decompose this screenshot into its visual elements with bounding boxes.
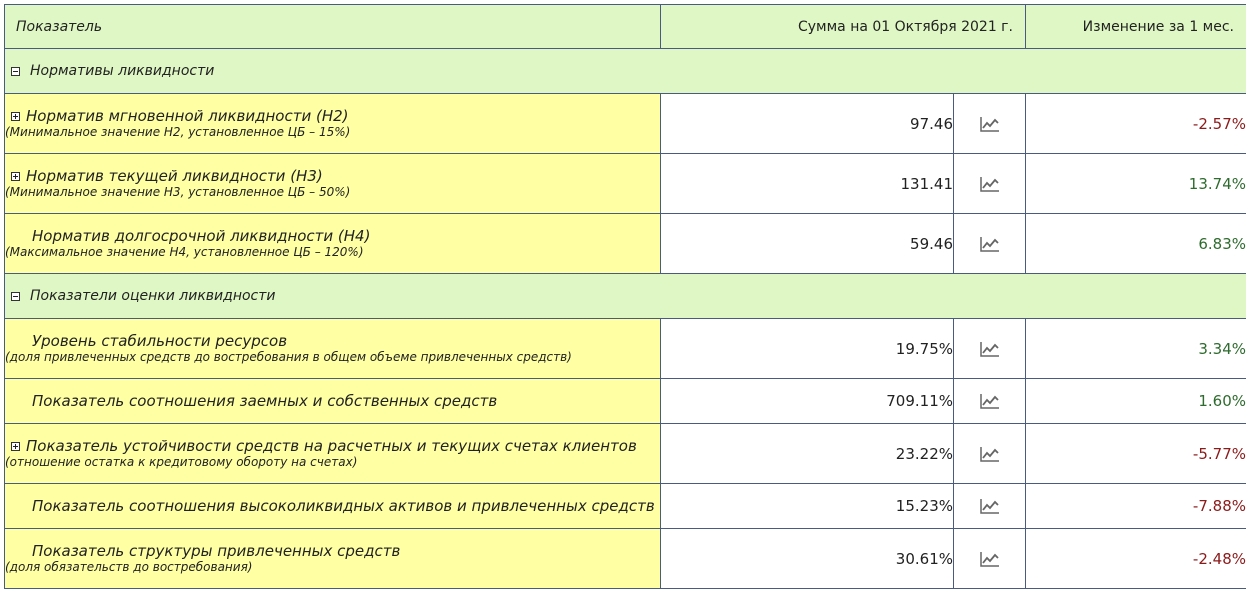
indicator-value: 59.46: [660, 213, 954, 274]
indicator-note: (отношение остатка к кредитовому обороту…: [5, 455, 358, 469]
indicator-name: Норматив долгосрочной ликвидности (Н4): [32, 227, 371, 245]
indicator-value: 19.75%: [660, 318, 954, 379]
chart-button[interactable]: [953, 93, 1026, 154]
indicator-name-line: Показатель устойчивости средств на расче…: [5, 437, 660, 455]
indicator-note: (Минимальное значение Н3, установленное …: [5, 185, 351, 199]
line-chart-icon[interactable]: [979, 446, 1000, 462]
indicator-name-line: Уровень стабильности ресурсов: [5, 332, 660, 350]
indicator-cell: Показатель соотношения заемных и собстве…: [4, 378, 661, 424]
indicator-change: -2.57%: [1025, 93, 1246, 154]
indicator-name-line: Норматив текущей ликвидности (Н3): [5, 167, 660, 185]
chart-button[interactable]: [953, 528, 1026, 589]
indicator-cell: Показатель соотношения высоколиквидных а…: [4, 483, 661, 529]
collapse-minus-icon[interactable]: [11, 66, 20, 76]
table-row: Показатель структуры привлеченных средст…: [4, 528, 1246, 589]
indicator-value: 131.41: [660, 153, 954, 214]
section-title: Нормативы ликвидности: [30, 63, 215, 79]
indicator-name: Норматив мгновенной ликвидности (Н2): [26, 107, 349, 125]
line-chart-icon[interactable]: [979, 236, 1000, 252]
indicator-value: 15.23%: [660, 483, 954, 529]
line-chart-icon[interactable]: [979, 498, 1000, 514]
table-row: Норматив долгосрочной ликвидности (Н4) (…: [4, 213, 1246, 274]
indicator-note: (доля привлеченных средств до востребова…: [5, 350, 572, 364]
table-row: Показатель соотношения заемных и собстве…: [4, 378, 1246, 424]
indicator-name: Показатель соотношения заемных и собстве…: [32, 392, 498, 410]
indicator-change: 3.34%: [1025, 318, 1246, 379]
indicator-name-line: Показатель структуры привлеченных средст…: [5, 542, 660, 560]
section-header[interactable]: Показатели оценки ликвидности: [4, 273, 1246, 319]
indicator-change: 1.60%: [1025, 378, 1246, 424]
collapse-minus-icon[interactable]: [11, 291, 20, 301]
section-header[interactable]: Нормативы ликвидности: [4, 48, 1246, 94]
indicator-name: Показатель структуры привлеченных средст…: [32, 542, 401, 560]
indicator-note: (Максимальное значение Н4, установленное…: [5, 245, 364, 259]
table-row: Норматив текущей ликвидности (Н3) (Миним…: [4, 153, 1246, 214]
header-change: Изменение за 1 мес.: [1025, 4, 1246, 49]
indicator-name-line: Показатель соотношения заемных и собстве…: [5, 392, 660, 410]
indicator-cell: Норматив мгновенной ликвидности (Н2) (Ми…: [4, 93, 661, 154]
indicator-name: Норматив текущей ликвидности (Н3): [26, 167, 323, 185]
chart-button[interactable]: [953, 153, 1026, 214]
indicator-name: Показатель устойчивости средств на расче…: [26, 437, 637, 455]
table-row: Норматив мгновенной ликвидности (Н2) (Ми…: [4, 93, 1246, 154]
line-chart-icon[interactable]: [979, 176, 1000, 192]
section-row: Показатели оценки ликвидности: [4, 273, 1246, 319]
section-row: Нормативы ликвидности: [4, 48, 1246, 94]
liquidity-table: Показатель Сумма на 01 Октября 2021 г. И…: [4, 4, 1246, 589]
expand-plus-icon[interactable]: [11, 172, 20, 181]
indicator-cell: Норматив текущей ликвидности (Н3) (Миним…: [4, 153, 661, 214]
indicator-change: -2.48%: [1025, 528, 1246, 589]
indicator-name-line: Показатель соотношения высоколиквидных а…: [5, 497, 660, 515]
indicator-name-line: Норматив мгновенной ликвидности (Н2): [5, 107, 660, 125]
chart-button[interactable]: [953, 318, 1026, 379]
header-sum: Сумма на 01 Октября 2021 г.: [660, 4, 1026, 49]
indicator-value: 709.11%: [660, 378, 954, 424]
indicator-name: Уровень стабильности ресурсов: [32, 332, 288, 350]
chart-button[interactable]: [953, 213, 1026, 274]
indicator-change: -7.88%: [1025, 483, 1246, 529]
section-title: Показатели оценки ликвидности: [30, 288, 276, 304]
indicator-cell: Уровень стабильности ресурсов (доля прив…: [4, 318, 661, 379]
expand-plus-icon[interactable]: [11, 112, 20, 121]
table-row: Показатель устойчивости средств на расче…: [4, 423, 1246, 484]
indicator-cell: Показатель устойчивости средств на расче…: [4, 423, 661, 484]
liquidity-report: Показатель Сумма на 01 Октября 2021 г. И…: [0, 0, 1246, 604]
line-chart-icon[interactable]: [979, 551, 1000, 567]
indicator-note: (доля обязательств до востребования): [5, 560, 253, 574]
indicator-cell: Норматив долгосрочной ликвидности (Н4) (…: [4, 213, 661, 274]
table-header: Показатель Сумма на 01 Октября 2021 г. И…: [4, 4, 1246, 49]
indicator-name: Показатель соотношения высоколиквидных а…: [32, 497, 655, 515]
line-chart-icon[interactable]: [979, 393, 1000, 409]
chart-button[interactable]: [953, 483, 1026, 529]
table-row: Показатель соотношения высоколиквидных а…: [4, 483, 1246, 529]
indicator-value: 30.61%: [660, 528, 954, 589]
indicator-change: 6.83%: [1025, 213, 1246, 274]
indicator-change: -5.77%: [1025, 423, 1246, 484]
line-chart-icon[interactable]: [979, 341, 1000, 357]
indicator-name-line: Норматив долгосрочной ликвидности (Н4): [5, 227, 660, 245]
indicator-note: (Минимальное значение Н2, установленное …: [5, 125, 351, 139]
indicator-value: 97.46: [660, 93, 954, 154]
table-row: Уровень стабильности ресурсов (доля прив…: [4, 318, 1246, 379]
header-indicator: Показатель: [4, 4, 661, 49]
indicator-value: 23.22%: [660, 423, 954, 484]
indicator-cell: Показатель структуры привлеченных средст…: [4, 528, 661, 589]
chart-button[interactable]: [953, 378, 1026, 424]
chart-button[interactable]: [953, 423, 1026, 484]
expand-plus-icon[interactable]: [11, 442, 20, 451]
line-chart-icon[interactable]: [979, 116, 1000, 132]
indicator-change: 13.74%: [1025, 153, 1246, 214]
